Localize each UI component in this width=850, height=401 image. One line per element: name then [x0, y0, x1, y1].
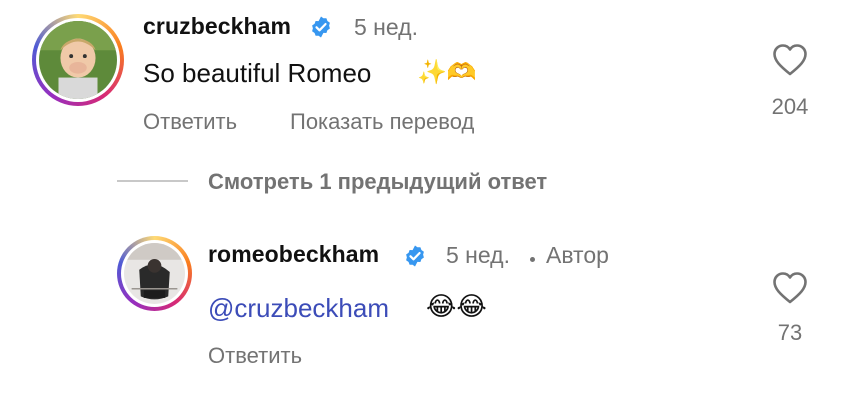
reply-time: 5 нед.	[446, 242, 510, 268]
comments-thread: cruzbeckham 5 нед. So beautiful Romeo ✨🫶…	[0, 0, 850, 401]
separator-dot	[530, 257, 535, 262]
comment-username[interactable]: cruzbeckham	[143, 13, 291, 40]
avatar-cruzbeckham[interactable]	[32, 14, 124, 106]
avatar-romeobeckham[interactable]	[117, 236, 192, 311]
comment-emoji: ✨🫶	[417, 59, 477, 86]
reply-button[interactable]: Ответить	[143, 109, 237, 135]
mention-link[interactable]: @cruzbeckham	[208, 293, 389, 324]
comment-time: 5 нед.	[354, 14, 418, 40]
avatar-photo	[39, 21, 117, 99]
heart-outline-icon[interactable]	[772, 271, 808, 305]
heart-outline-icon[interactable]	[772, 43, 808, 77]
view-previous-replies-button[interactable]: Смотреть 1 предыдущий ответ	[208, 169, 547, 195]
verified-badge-icon	[406, 245, 424, 267]
author-label: Автор	[546, 242, 609, 268]
reply-emoji: 😂😂	[426, 291, 487, 321]
comment-text: So beautiful Romeo	[143, 58, 372, 88]
reply-button[interactable]: Ответить	[208, 343, 302, 369]
reply-username[interactable]: romeobeckham	[208, 241, 379, 268]
show-translation-button[interactable]: Показать перевод	[290, 109, 474, 135]
replies-divider	[117, 180, 188, 182]
verified-badge-icon	[312, 16, 330, 38]
avatar-photo	[124, 243, 185, 304]
like-count: 73	[777, 320, 803, 345]
like-count: 204	[771, 94, 809, 119]
